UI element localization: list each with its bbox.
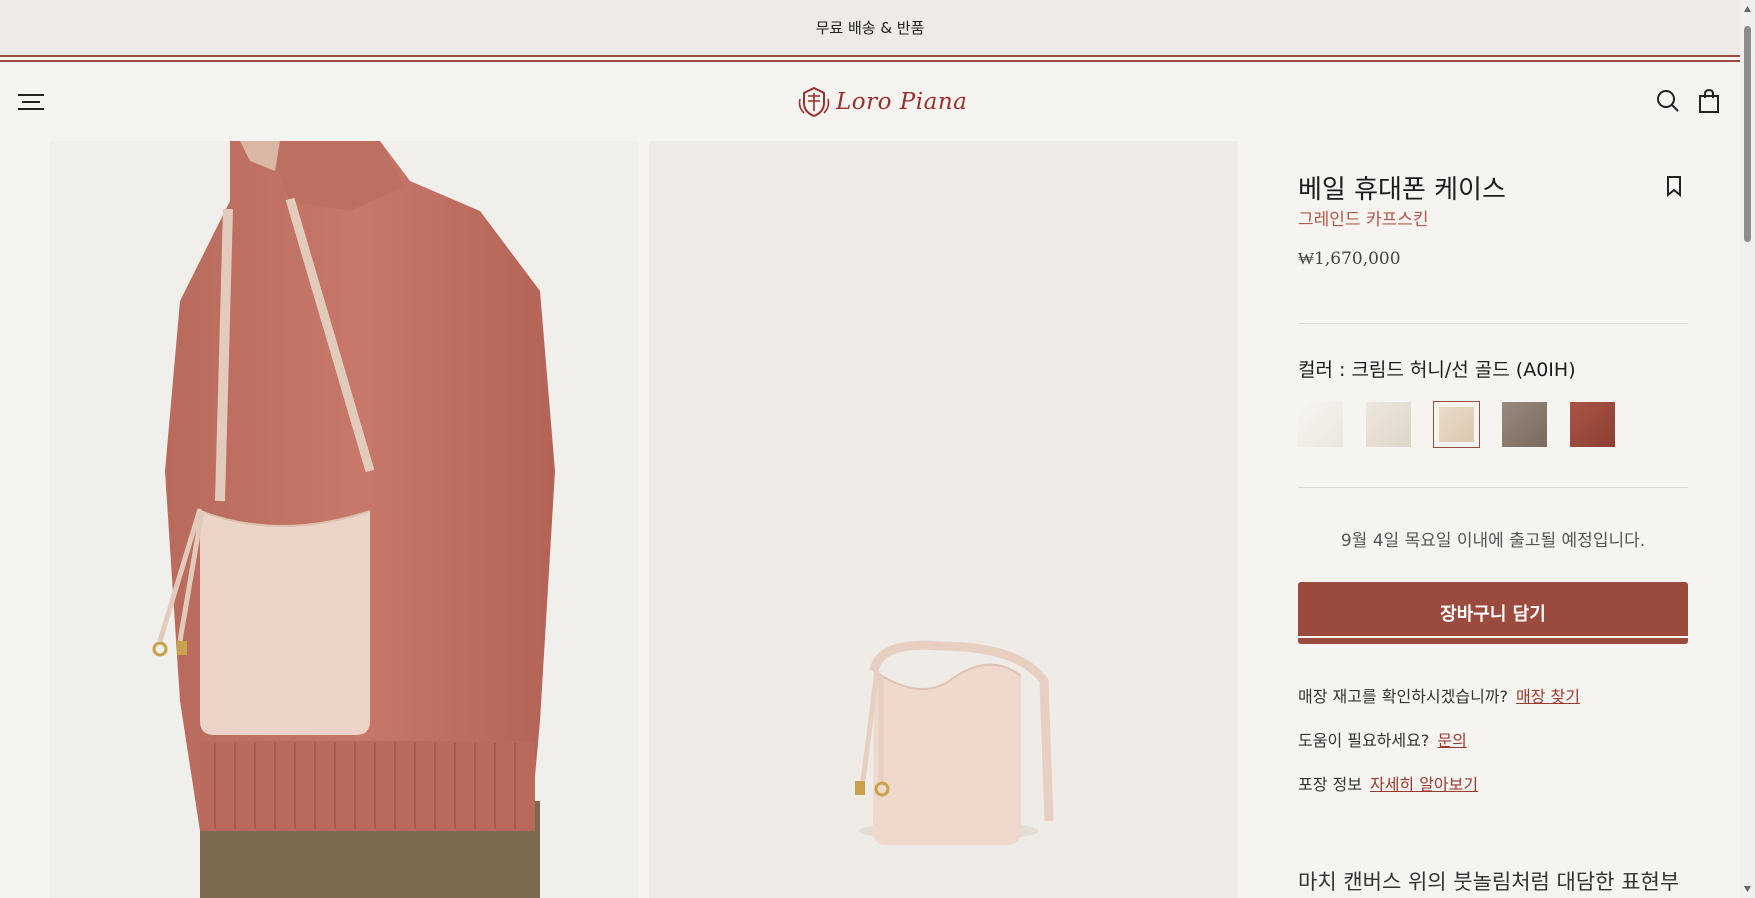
product-image-model[interactable] (50, 141, 639, 898)
color-swatch[interactable] (1502, 402, 1547, 447)
color-swatches (1298, 401, 1615, 448)
promo-divider (0, 55, 1740, 57)
add-to-cart-label: 장바구니 담기 (1440, 604, 1546, 625)
section-divider (1298, 323, 1688, 324)
add-to-cart-button[interactable]: 장바구니 담기 (1298, 582, 1688, 644)
shipping-estimate: 9월 4일 목요일 이내에 출고될 예정입니다. (1340, 531, 1646, 551)
shopping-bag-icon[interactable] (1696, 88, 1722, 114)
model-wearing-bag-image (50, 141, 639, 898)
store-stock-question: 매장 재고를 확인하시겠습니까? (1298, 687, 1509, 706)
packaging-label: 포장 정보 (1298, 775, 1362, 794)
bookmark-icon[interactable] (1664, 175, 1684, 197)
scroll-up-icon[interactable] (1744, 6, 1751, 12)
bag-product-shot-image (649, 141, 1238, 898)
promo-text: 무료 배송 & 반품 (815, 19, 925, 37)
product-price: ₩1,670,000 (1298, 249, 1401, 269)
packaging-row: 포장 정보 자세히 알아보기 (1298, 771, 1478, 795)
color-swatch-selected[interactable] (1433, 401, 1480, 448)
hamburger-menu-icon[interactable] (18, 90, 44, 114)
promo-banner: 무료 배송 & 반품 (0, 0, 1740, 55)
site-header: Loro Piana (0, 62, 1740, 141)
product-material: 그레인드 카프스킨 (1298, 210, 1429, 230)
crest-icon (798, 86, 830, 118)
learn-more-link[interactable]: 자세히 알아보기 (1370, 775, 1478, 794)
store-stock-row: 매장 재고를 확인하시겠습니까? 매장 찾기 (1298, 683, 1580, 707)
color-swatch[interactable] (1570, 402, 1615, 447)
section-divider (1298, 487, 1688, 488)
scroll-down-icon[interactable] (1744, 886, 1751, 892)
product-title: 베일 휴대폰 케이스 (1298, 175, 1506, 205)
product-image-bag[interactable] (649, 141, 1238, 898)
brand-name: Loro Piana (836, 89, 968, 115)
search-icon[interactable] (1655, 88, 1681, 114)
color-label: 컬러 : 크림드 허니/선 골드 (A0IH) (1298, 359, 1576, 381)
product-description: 마치 캔버스 위의 붓놀림처럼 대담한 표현부터 (1298, 870, 1680, 894)
page-scrollbar[interactable] (1740, 0, 1755, 898)
brand-logo[interactable]: Loro Piana (798, 82, 967, 122)
contact-link[interactable]: 문의 (1437, 731, 1466, 750)
help-question: 도움이 필요하세요? (1298, 731, 1430, 750)
scrollbar-thumb[interactable] (1744, 26, 1751, 242)
color-swatch[interactable] (1366, 402, 1411, 447)
color-swatch[interactable] (1298, 402, 1343, 447)
find-store-link[interactable]: 매장 찾기 (1516, 687, 1580, 706)
help-row: 도움이 필요하세요? 문의 (1298, 727, 1467, 751)
